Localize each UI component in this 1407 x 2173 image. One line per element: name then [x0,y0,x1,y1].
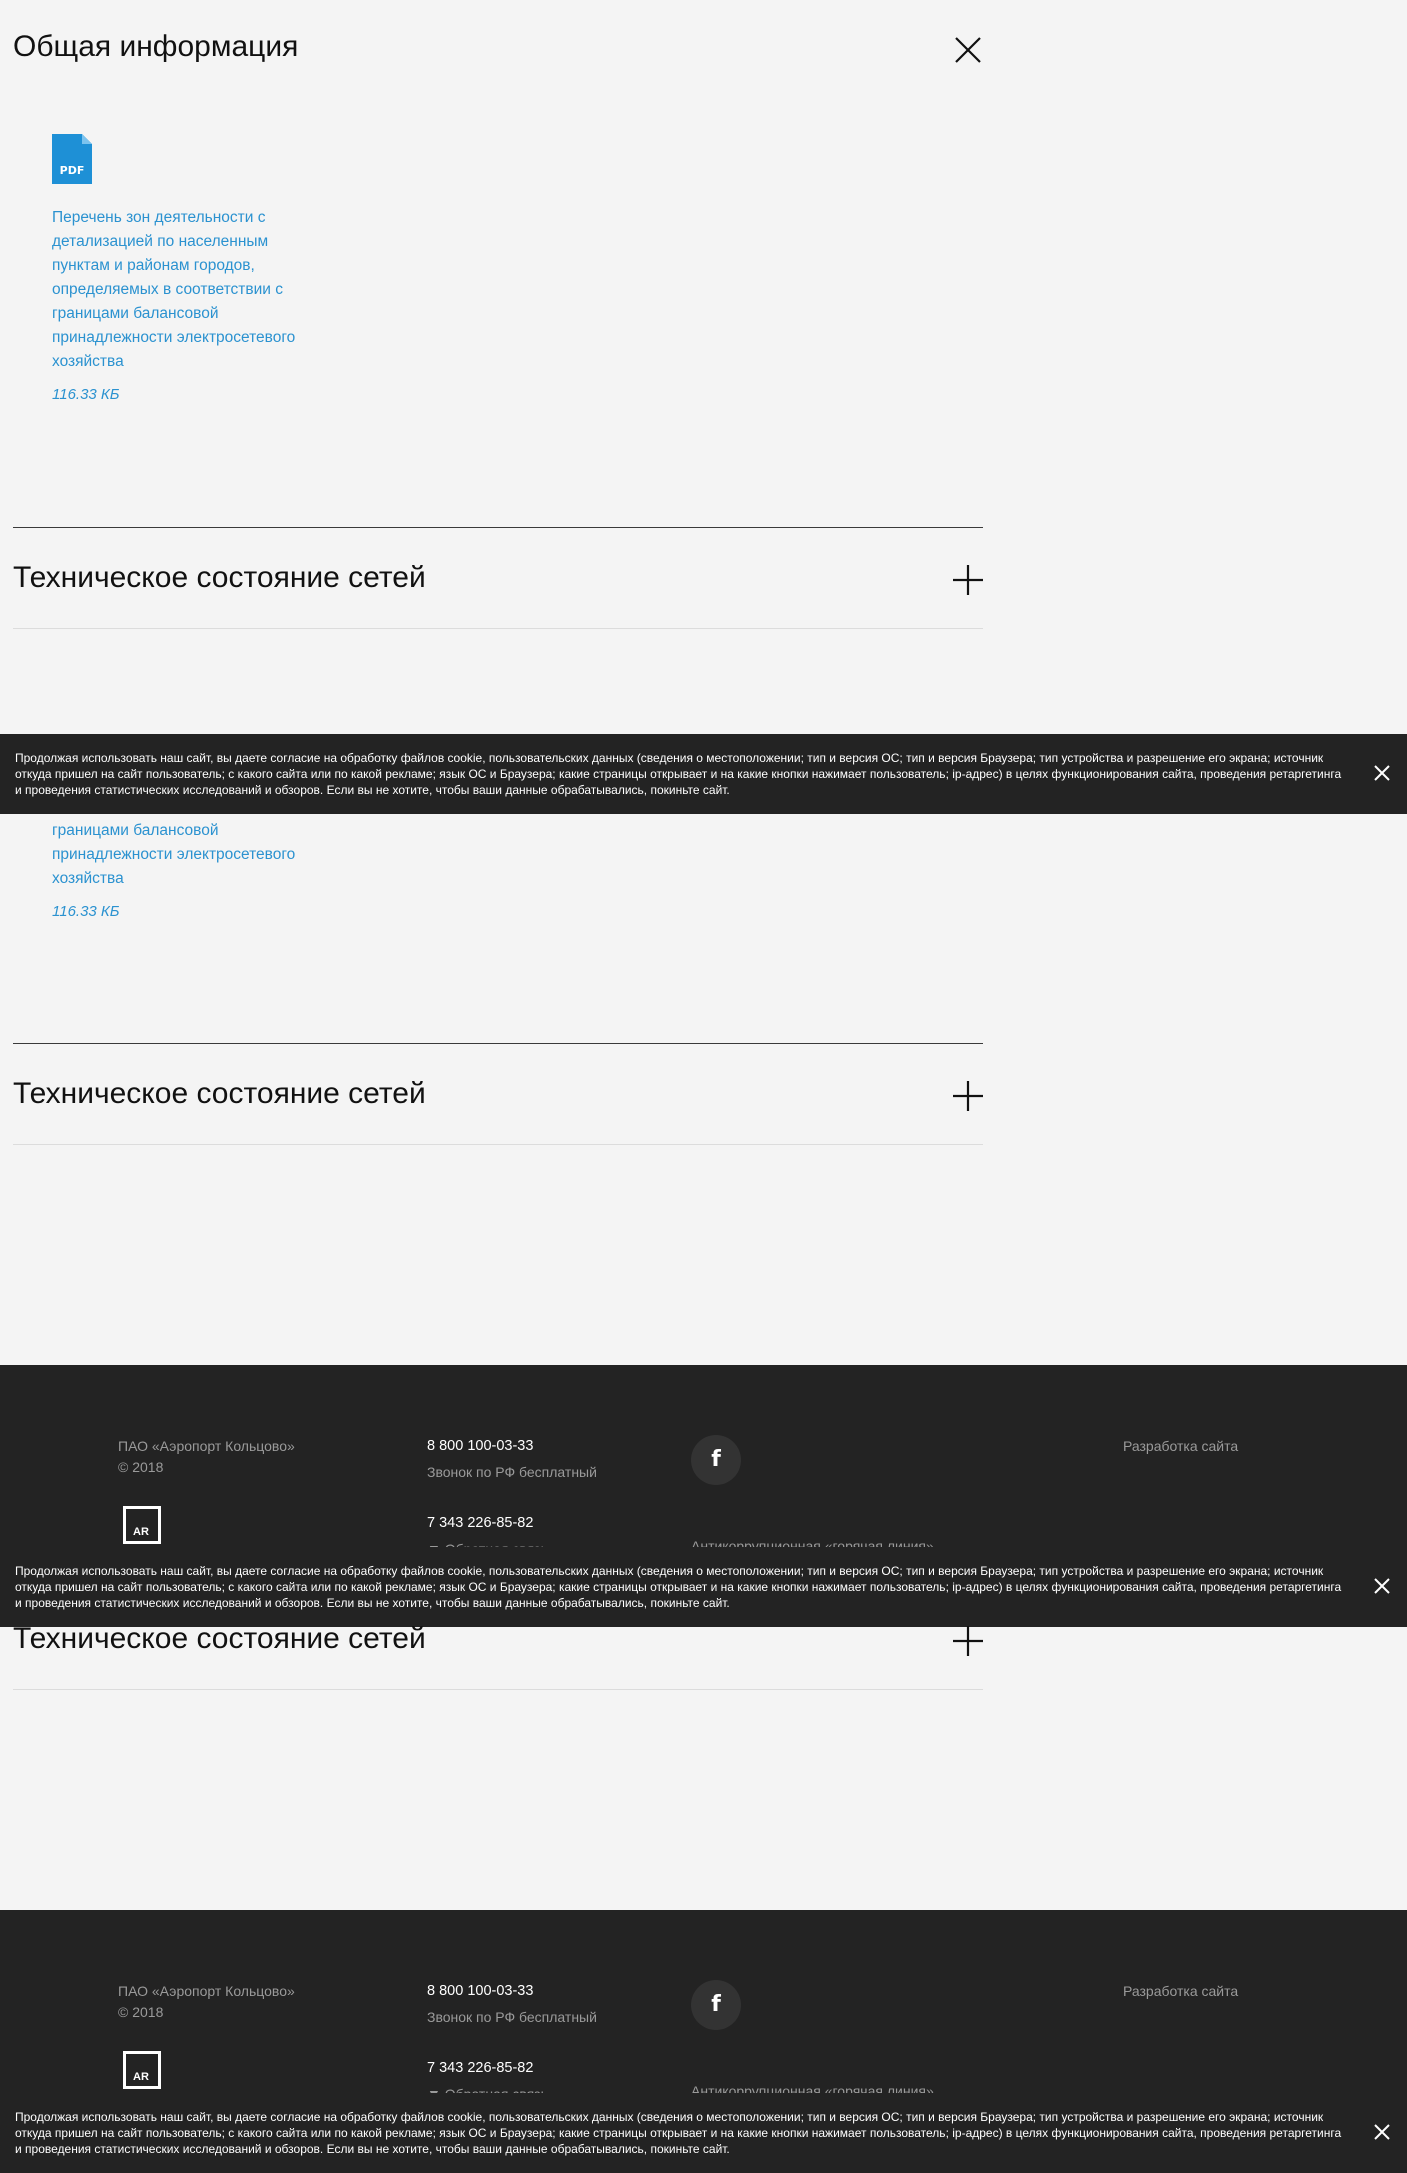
section-divider [13,628,983,629]
document-link[interactable]: границами балансовой принадлежности элек… [52,819,322,891]
document-size: 116.33 КБ [52,903,120,920]
cookie-text: Продолжая использовать наш сайт, вы дает… [15,751,1342,797]
cookie-text: Продолжая использовать наш сайт, вы дает… [15,1564,1342,1610]
plus-icon[interactable] [951,563,985,597]
section-title-general: Общая информация [13,30,299,63]
section-title-tech[interactable]: Техническое состояние сетей [13,561,426,595]
cookie-close-icon[interactable] [1371,762,1393,784]
phone-link[interactable]: 7 343 226-85-82 [427,2060,533,2076]
cookie-close-icon[interactable] [1371,1575,1393,1597]
phone-note: Звонок по РФ бесплатный [427,2009,597,2025]
plus-icon[interactable] [951,1079,985,1113]
phone-link[interactable]: 8 800 100-03-33 [427,1983,533,1999]
copyright: © 2018 [118,2004,164,2020]
svg-text:PDF: PDF [60,164,85,177]
cookie-text: Продолжая использовать наш сайт, вы дает… [15,2110,1342,2156]
company-logo[interactable]: AR [123,1506,161,1544]
facebook-icon[interactable]: f [691,1435,741,1485]
company-name: ПАО «Аэропорт Кольцово» [118,1438,295,1454]
phone-note: Звонок по РФ бесплатный [427,1464,597,1480]
pdf-file-icon[interactable]: PDF [52,134,92,184]
document-size: 116.33 КБ [52,386,120,403]
section-divider [13,527,983,528]
company-logo[interactable]: AR [123,2051,161,2089]
section-title-tech[interactable]: Техническое состояние сетей [13,1622,426,1656]
phone-link[interactable]: 8 800 100-03-33 [427,1438,533,1454]
close-icon[interactable] [951,33,985,67]
section-divider [13,1689,983,1690]
developer-link[interactable]: Разработка сайта [1123,1438,1238,1454]
document-link[interactable]: Перечень зон деятельности с детализацией… [52,206,322,374]
section-divider [13,1043,983,1044]
cookie-banner: Продолжая использовать наш сайт, вы дает… [0,2093,1407,2173]
footer: ПАО «Аэропорт Кольцово» © 2018 AR 8 800 … [0,1365,1407,1572]
cookie-banner: Продолжая использовать наш сайт, вы дает… [0,1547,1407,1627]
section-divider [13,1144,983,1145]
footer: ПАО «Аэропорт Кольцово» © 2018 AR 8 800 … [0,1910,1407,2100]
phone-link[interactable]: 7 343 226-85-82 [427,1515,533,1531]
cookie-close-icon[interactable] [1371,2121,1393,2143]
cookie-banner: Продолжая использовать наш сайт, вы дает… [0,734,1407,814]
copyright: © 2018 [118,1459,164,1475]
section-title-tech[interactable]: Техническое состояние сетей [13,1077,426,1111]
plus-icon[interactable] [951,1624,985,1658]
developer-link[interactable]: Разработка сайта [1123,1983,1238,1999]
facebook-icon[interactable]: f [691,1980,741,2030]
company-name: ПАО «Аэропорт Кольцово» [118,1983,295,1999]
